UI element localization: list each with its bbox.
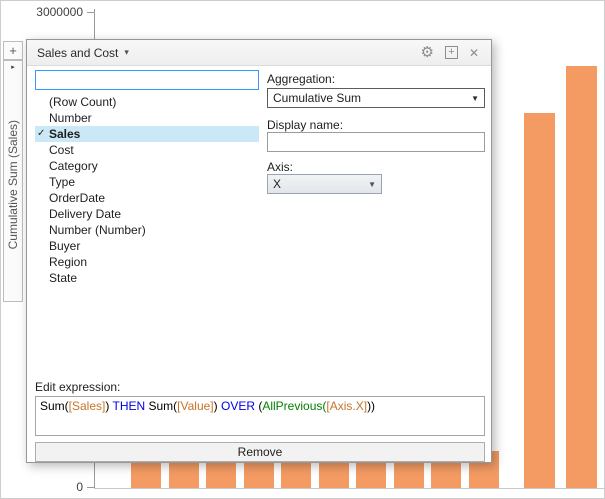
field-list-item[interactable]: ✓ Sales <box>35 126 259 142</box>
field-label: Region <box>49 255 87 269</box>
chevron-down-icon: ▾ <box>124 47 129 58</box>
expression-token: [Sales] <box>69 399 106 413</box>
field-list-item[interactable]: Number <box>35 110 259 126</box>
remove-button[interactable]: Remove <box>35 442 485 462</box>
expression-text: Sum([Sales]) THEN Sum([Value]) OVER (All… <box>36 397 484 416</box>
chart-bar[interactable] <box>566 66 597 488</box>
popout-icon[interactable]: + <box>445 46 458 59</box>
expression-label: Edit expression: <box>35 380 120 394</box>
close-icon[interactable]: ✕ <box>469 47 479 59</box>
aggregation-dropdown[interactable]: Cumulative Sum ▼ <box>267 88 485 108</box>
field-list-item[interactable]: State <box>35 270 259 286</box>
field-label: (Row Count) <box>49 95 116 109</box>
field-list: (Row Count) Number ✓ Sales Cost Category Type O… <box>35 94 259 286</box>
aggregation-label: Aggregation: <box>267 72 335 86</box>
field-label: Buyer <box>49 239 80 253</box>
dialog-titlebar: Sales and Cost ▾ ⚙ + ✕ <box>27 40 491 66</box>
column-dropdown-button[interactable]: Sales and Cost ▾ <box>37 46 129 60</box>
y-axis-selector-label: Cumulative Sum (Sales) <box>6 120 20 249</box>
chart-bar[interactable] <box>524 113 555 488</box>
add-axis-tab[interactable]: + <box>3 41 23 60</box>
field-label: Cost <box>49 143 74 157</box>
field-label: Type <box>49 175 75 189</box>
field-list-item[interactable]: Number (Number) <box>35 222 259 238</box>
expression-token: )) <box>367 399 375 413</box>
field-label: State <box>49 271 77 285</box>
field-label: Number (Number) <box>49 223 146 237</box>
triangle-right-icon: ▸ <box>11 64 15 71</box>
y-axis-tick-bottom <box>87 487 94 488</box>
expression-token: Sum( <box>40 399 69 413</box>
field-list-item[interactable]: Delivery Date <box>35 206 259 222</box>
field-list-item[interactable]: Category <box>35 158 259 174</box>
aggregation-value: Cumulative Sum <box>273 91 361 105</box>
titlebar-icons: ⚙ + ✕ <box>420 45 479 60</box>
axis-value: X <box>273 177 281 191</box>
y-axis-selector-tab[interactable]: ▸ Cumulative Sum (Sales) <box>3 60 23 302</box>
expression-token: [Axis.X] <box>326 399 367 413</box>
dialog-title: Sales and Cost <box>37 46 118 60</box>
field-list-item[interactable]: Cost <box>35 142 259 158</box>
display-name-label: Display name: <box>267 118 343 132</box>
chevron-down-icon: ▼ <box>471 94 479 103</box>
y-axis-tick-top <box>87 12 94 13</box>
expression-token: AllPrevious( <box>262 399 326 413</box>
axis-selector-dialog: Sales and Cost ▾ ⚙ + ✕ (Row Count) Number… <box>26 39 492 463</box>
field-list-item[interactable]: Region <box>35 254 259 270</box>
axis-label: Axis: <box>267 160 293 174</box>
field-list-item[interactable]: Type <box>35 174 259 190</box>
expression-editor[interactable]: Sum([Sales]) THEN Sum([Value]) OVER (All… <box>35 396 485 436</box>
axis-dropdown[interactable]: X ▼ <box>267 174 382 194</box>
expression-token: Sum( <box>145 399 177 413</box>
field-label: OrderDate <box>49 191 105 205</box>
field-list-item[interactable]: (Row Count) <box>35 94 259 110</box>
expression-token: [Value] <box>177 399 213 413</box>
field-label: Number <box>49 111 92 125</box>
field-label: Category <box>49 159 98 173</box>
display-name-input[interactable] <box>267 132 485 152</box>
plus-icon: + <box>448 47 454 58</box>
visualization-canvas: 3000000 0 + ▸ Cumulative Sum (Sales) Sal… <box>0 0 605 499</box>
expression-token: THEN <box>112 399 145 413</box>
y-axis-label-top: 3000000 <box>9 5 83 19</box>
chevron-down-icon: ▼ <box>368 180 376 189</box>
checkmark-icon: ✓ <box>37 126 45 142</box>
field-label: Sales <box>49 127 80 141</box>
field-search-input[interactable] <box>35 70 259 90</box>
plus-icon: + <box>9 43 17 58</box>
field-list-item[interactable]: Buyer <box>35 238 259 254</box>
expression-token: OVER <box>221 399 255 413</box>
y-axis-label-bottom: 0 <box>9 480 83 494</box>
gear-icon[interactable]: ⚙ <box>420 45 433 60</box>
field-list-item[interactable]: OrderDate <box>35 190 259 206</box>
field-label: Delivery Date <box>49 207 121 221</box>
x-axis-baseline <box>94 488 605 489</box>
dialog-body: (Row Count) Number ✓ Sales Cost Category Type O… <box>27 66 491 462</box>
expression-token: ) <box>214 399 221 413</box>
